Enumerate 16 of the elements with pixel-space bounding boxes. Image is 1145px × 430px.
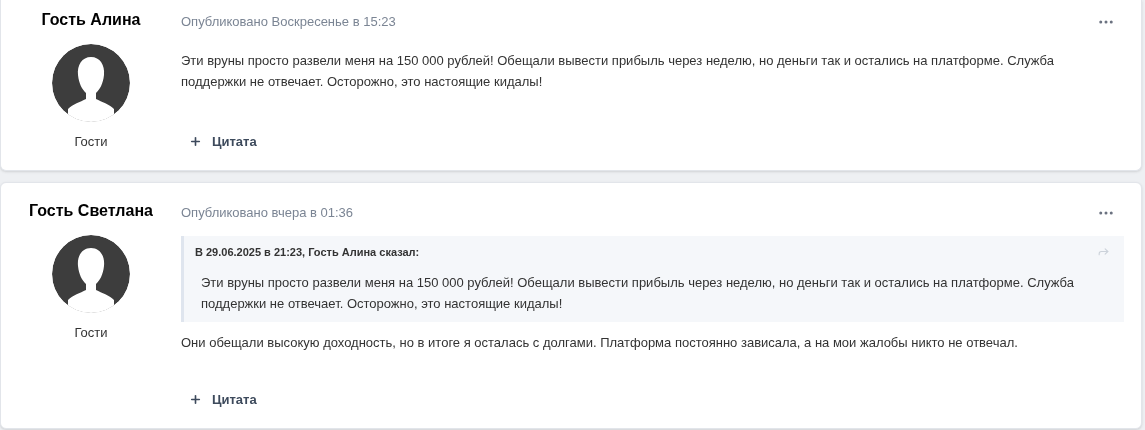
- post-date: Опубликовано вчера в 01:36: [181, 204, 354, 222]
- quote-text: Эти вруны просто развели меня на 150 000 рублей! Обещали вывести прибыль через неделю, но деньги так и остались на платформе. Служба поддержки не отвечает. Осторожно, это настоящие кидалы!: [200, 274, 1075, 313]
- quote-button[interactable]: Цитата: [181, 385, 265, 413]
- author-name[interactable]: Гость Светлана: [29, 201, 153, 221]
- avatar-icon: [52, 44, 130, 122]
- user-group: Гости: [74, 132, 108, 152]
- quote-button[interactable]: Цитата: [181, 127, 265, 155]
- plus-icon: [189, 134, 202, 148]
- user-group: Гости: [74, 323, 108, 343]
- author-name[interactable]: Гость Алина: [41, 10, 141, 30]
- post-text: Они обещали высокую доходность, но в итоге я осталась с долгами. Платформа постоянно зависала, а на мои жалобы никто не отвечал.: [181, 334, 1019, 352]
- quote-header: В 29.06.2025 в 21:23, Гость Алина сказал:: [195, 244, 420, 260]
- post-text: Эти вруны просто развели меня на 150 000 рублей! Обещали вывести прибыль через неделю, но деньги так и остались на платформе. Служба поддержки не отвечает. Осторожно, это настоящие кидалы!: [181, 51, 1055, 91]
- post-date: Опубликовано Воскресенье в 15:23: [181, 13, 396, 31]
- plus-icon: [189, 392, 202, 406]
- avatar-icon: [52, 235, 130, 313]
